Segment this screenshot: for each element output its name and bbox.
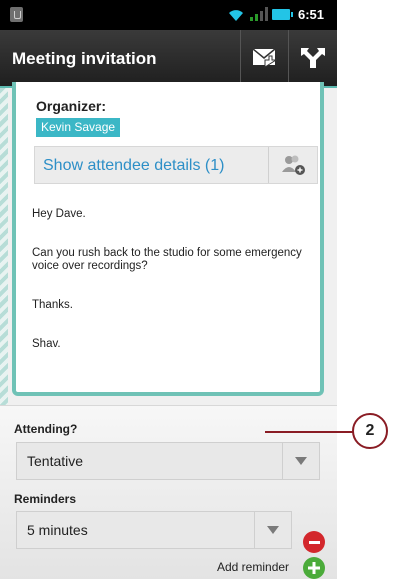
callout-badge: 2 [352,413,388,449]
chevron-down-icon [295,457,307,465]
attendee-details-label: Show attendee details (1) [43,157,225,174]
organizer-chip[interactable]: Kevin Savage [36,118,121,137]
attending-dropdown-arrow[interactable] [282,443,319,479]
attendee-icon-box [268,147,317,183]
add-reminder-label[interactable]: Add reminder [217,560,289,574]
app-header: Meeting invitation [0,30,337,88]
people-add-icon [282,155,305,175]
invitation-panel: Organizer: Kevin Savage Show attendee de… [0,82,337,405]
status-time: 6:51 [298,7,325,22]
reply-all-button[interactable] [288,30,336,86]
reminders-label: Reminders [14,492,77,506]
signal-icon [250,7,268,21]
attending-dropdown[interactable]: Tentative [16,442,320,480]
remove-reminder-button[interactable] [303,531,325,553]
organizer-label: Organizer: [36,98,107,114]
phone-screen: 6:51 Meeting invitation Organizer: Kevin… [0,0,337,579]
message-line: Thanks. [32,299,73,311]
reply-button[interactable] [240,30,288,86]
message-line: Shav. [32,338,61,350]
invitation-card: Organizer: Kevin Savage Show attendee de… [12,82,324,396]
add-reminder-button[interactable] [303,557,325,579]
status-bar: 6:51 [0,0,337,30]
message-line: Hey Dave. [32,208,86,220]
reminder-value: 5 minutes [27,522,88,538]
page-title: Meeting invitation [12,49,157,68]
envelope-reply-icon [252,48,278,68]
wifi-icon [229,10,243,21]
message-body: Hey Dave. Can you rush back to the studi… [32,208,312,377]
reminder-dropdown[interactable]: 5 minutes [16,511,292,549]
plus-icon [308,562,320,574]
attending-label: Attending? [14,422,78,436]
reminder-dropdown-arrow[interactable] [254,512,291,548]
chevron-down-icon [267,526,279,534]
message-line: Can you rush back to the studio for some… [32,247,302,272]
battery-icon [272,9,293,20]
attending-value: Tentative [27,453,84,469]
callout-line [265,431,355,433]
reply-all-icon [300,48,325,68]
show-attendee-details-button[interactable]: Show attendee details (1) [34,146,318,184]
notification-icon [10,7,23,22]
decorative-stripe [0,88,8,405]
